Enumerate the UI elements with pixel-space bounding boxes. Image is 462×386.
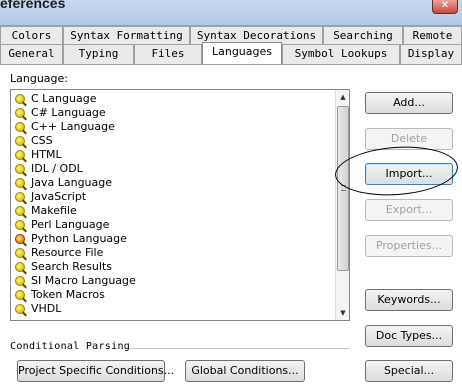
tab-syntax-formatting[interactable]: Syntax Formatting bbox=[63, 26, 190, 46]
scrollbar-thumb[interactable] bbox=[337, 106, 349, 271]
conditional-parsing-label: Conditional Parsing bbox=[10, 341, 131, 352]
import-button[interactable]: Import... bbox=[365, 163, 453, 185]
list-item-label: Makefile bbox=[31, 204, 77, 217]
tab-searching[interactable]: Searching bbox=[323, 26, 403, 46]
list-item-label: SI Macro Language bbox=[31, 274, 136, 287]
list-item[interactable]: Java Language bbox=[11, 176, 349, 190]
tab-symbol-lookups[interactable]: Symbol Lookups bbox=[282, 44, 400, 64]
magnifier-icon bbox=[15, 220, 25, 230]
title-bar: eferences ✕ bbox=[0, 0, 462, 26]
list-item-label: Perl Language bbox=[31, 218, 110, 231]
magnifier-icon bbox=[15, 192, 25, 202]
close-button[interactable]: ✕ bbox=[432, 0, 458, 14]
scroll-up-arrow-icon[interactable]: ▲ bbox=[336, 90, 349, 104]
list-item-label: Python Language bbox=[31, 232, 127, 245]
list-item[interactable]: C Language bbox=[11, 92, 349, 106]
grip-icon bbox=[341, 185, 346, 191]
tab-remote[interactable]: Remote bbox=[403, 26, 462, 46]
language-list[interactable]: C Language C# Language C++ Language CSS … bbox=[10, 89, 350, 321]
tab-languages[interactable]: Languages bbox=[202, 42, 282, 64]
list-item-label: C Language bbox=[31, 92, 97, 105]
list-item[interactable]: Resource File bbox=[11, 246, 349, 260]
list-scrollbar[interactable]: ▲ ▼ bbox=[335, 90, 349, 320]
special-button[interactable]: Special... bbox=[365, 360, 453, 382]
project-specific-conditions-button[interactable]: Project Specific Conditions... bbox=[17, 360, 174, 382]
scroll-down-arrow-icon[interactable]: ▼ bbox=[336, 306, 349, 320]
list-item-label: Search Results bbox=[31, 260, 113, 273]
list-item-label: IDL / ODL bbox=[31, 162, 83, 175]
magnifier-icon bbox=[15, 262, 25, 272]
list-item[interactable]: Python Language bbox=[11, 232, 349, 246]
magnifier-icon bbox=[15, 150, 25, 160]
tab-typing[interactable]: Typing bbox=[63, 44, 134, 64]
list-item[interactable]: Perl Language bbox=[11, 218, 349, 232]
list-item[interactable]: C++ Language bbox=[11, 120, 349, 134]
magnifier-icon bbox=[15, 164, 25, 174]
global-conditions-button[interactable]: Global Conditions... bbox=[185, 360, 305, 382]
properties-button[interactable]: Properties... bbox=[365, 235, 453, 257]
magnifier-icon bbox=[15, 290, 25, 300]
list-item-label: HTML bbox=[31, 148, 62, 161]
list-item[interactable]: IDL / ODL bbox=[11, 162, 349, 176]
language-label: Language: bbox=[10, 72, 68, 85]
magnifier-icon bbox=[15, 304, 25, 314]
delete-button[interactable]: Delete bbox=[365, 128, 453, 150]
list-item[interactable]: VHDL bbox=[11, 302, 349, 316]
list-item-label: Java Language bbox=[31, 176, 113, 189]
export-button[interactable]: Export... bbox=[365, 199, 453, 221]
window-title: eferences bbox=[0, 0, 66, 11]
list-item[interactable]: C# Language bbox=[11, 106, 349, 120]
tab-display[interactable]: Display bbox=[400, 44, 462, 64]
magnifier-icon bbox=[15, 94, 25, 104]
keywords-button[interactable]: Keywords... bbox=[365, 289, 453, 311]
list-item[interactable]: HTML bbox=[11, 148, 349, 162]
magnifier-icon bbox=[15, 136, 25, 146]
doc-types-button[interactable]: Doc Types... bbox=[365, 325, 453, 347]
magnifier-icon bbox=[15, 108, 25, 118]
magnifier-icon bbox=[15, 122, 25, 132]
magnifier-icon bbox=[15, 206, 25, 216]
list-item[interactable]: Makefile bbox=[11, 204, 349, 218]
list-item[interactable]: JavaScript bbox=[11, 190, 349, 204]
list-item-label: Token Macros bbox=[31, 288, 105, 301]
list-item[interactable]: SI Macro Language bbox=[11, 274, 349, 288]
add-button[interactable]: Add... bbox=[365, 92, 453, 114]
list-item-label: CSS bbox=[31, 134, 53, 147]
tab-colors[interactable]: Colors bbox=[0, 26, 63, 46]
tab-general[interactable]: General bbox=[0, 44, 63, 64]
list-item-label: JavaScript bbox=[31, 190, 87, 203]
list-item-label: Resource File bbox=[31, 246, 104, 259]
magnifier-icon bbox=[15, 178, 25, 188]
magnifier-icon bbox=[15, 276, 25, 286]
list-item-label: VHDL bbox=[31, 302, 62, 315]
list-item[interactable]: Token Macros bbox=[11, 288, 349, 302]
list-item[interactable]: CSS bbox=[11, 134, 349, 148]
group-divider bbox=[130, 348, 350, 349]
tab-files[interactable]: Files bbox=[134, 44, 202, 64]
list-item[interactable]: Search Results bbox=[11, 260, 349, 274]
list-item-label: C# Language bbox=[31, 106, 106, 119]
list-item-label: C++ Language bbox=[31, 120, 115, 133]
magnifier-icon-red bbox=[15, 234, 25, 244]
magnifier-icon bbox=[15, 248, 25, 258]
